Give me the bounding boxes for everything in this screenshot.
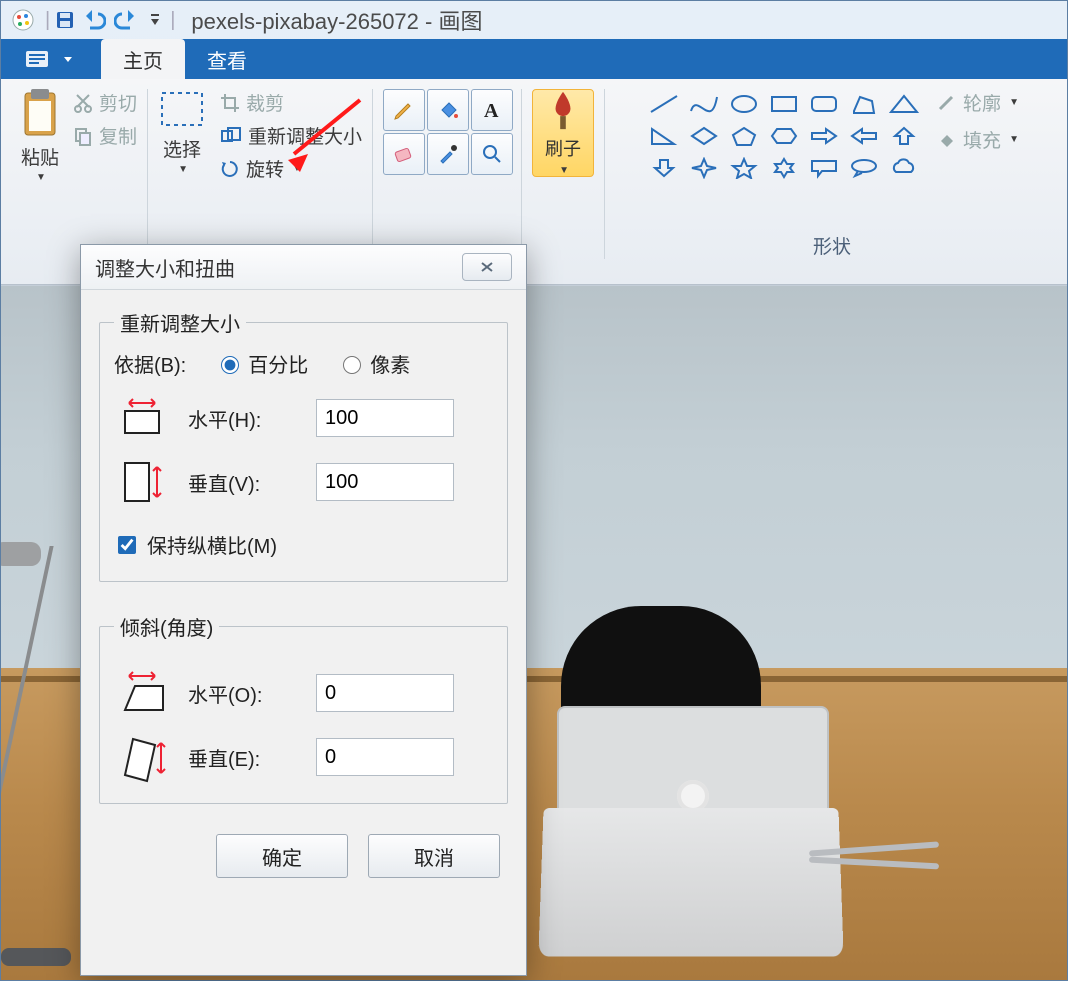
resize-fieldset: 重新调整大小 依据(B): 百分比 像素 水平(H): 垂直(V): 保持纵横比… (99, 308, 508, 582)
aspect-ratio-label: 保持纵横比(M) (147, 530, 277, 559)
save-button[interactable] (54, 9, 76, 31)
shape-arrow-up-icon[interactable] (888, 125, 920, 147)
resize-vertical-icon (114, 458, 170, 506)
resize-h-input[interactable] (316, 399, 454, 437)
resize-v-input[interactable] (316, 463, 454, 501)
shape-line-icon[interactable] (648, 93, 680, 115)
shape-right-triangle-icon[interactable] (648, 125, 680, 147)
shape-triangle-icon[interactable] (888, 93, 920, 115)
resize-skew-dialog: 调整大小和扭曲 重新调整大小 依据(B): 百分比 像素 水平(H): 垂直(V… (80, 244, 527, 976)
group-clipboard: 粘贴▼ 剪切 复制 (9, 89, 148, 259)
shape-arrow-left-icon[interactable] (848, 125, 880, 147)
group-label: 形状 (813, 228, 851, 259)
ok-button[interactable]: 确定 (216, 834, 348, 878)
skew-h-input[interactable] (316, 674, 454, 712)
dialog-close-button[interactable] (462, 253, 512, 281)
group-brushes: 刷子 ▼ (522, 89, 605, 259)
tab-home[interactable]: 主页 (101, 39, 185, 79)
group-image: 选择▼ 裁剪 重新调整大小 旋转▼ (148, 89, 373, 259)
resize-button[interactable]: 重新调整大小 (220, 122, 362, 149)
fill-tool[interactable] (427, 89, 469, 131)
rotate-button[interactable]: 旋转▼ (220, 155, 302, 182)
shape-cloud-icon[interactable] (888, 157, 920, 179)
skew-legend: 倾斜(角度) (114, 612, 219, 641)
cut-button[interactable]: 剪切 (73, 89, 137, 116)
magnifier-tool[interactable] (471, 133, 513, 175)
shape-outline-button[interactable]: 轮廓▼ (937, 89, 1019, 116)
separator: | (45, 9, 50, 32)
skew-vertical-icon (114, 733, 170, 781)
file-menu-button[interactable] (1, 39, 101, 79)
shape-arrow-down-icon[interactable] (648, 157, 680, 179)
group-tools: A (373, 89, 522, 259)
paste-button[interactable]: 粘贴▼ (19, 89, 61, 183)
radio-percent[interactable]: 百分比 (216, 349, 308, 378)
text-tool[interactable]: A (471, 89, 513, 131)
resize-v-label: 垂直(V): (188, 468, 298, 497)
skew-h-label: 水平(O): (188, 679, 298, 708)
shape-curve-icon[interactable] (688, 93, 720, 115)
undo-button[interactable] (84, 9, 106, 31)
skew-v-input[interactable] (316, 738, 454, 776)
app-icon (11, 8, 35, 32)
shape-arrow-right-icon[interactable] (808, 125, 840, 147)
separator: | (170, 9, 175, 32)
qat-customize-button[interactable] (144, 9, 166, 31)
quick-access-toolbar (54, 9, 166, 31)
shape-fill-button[interactable]: 填充▼ (937, 126, 1019, 153)
crop-button[interactable]: 裁剪 (220, 89, 284, 116)
brushes-button[interactable]: 刷子 ▼ (532, 89, 594, 177)
ribbon-tabstrip: 主页 查看 (1, 39, 1067, 79)
shape-oval-icon[interactable] (728, 93, 760, 115)
resize-legend: 重新调整大小 (114, 308, 246, 337)
resize-h-label: 水平(H): (188, 404, 298, 433)
group-shapes: 轮廓▼ 填充▼ 形状 (605, 89, 1059, 259)
by-label: 依据(B): (114, 349, 186, 378)
eraser-tool[interactable] (383, 133, 425, 175)
shape-pentagon-icon[interactable] (728, 125, 760, 147)
shape-star4-icon[interactable] (688, 157, 720, 179)
titlebar: | | pexels-pixabay-265072 - 画图 (1, 1, 1067, 39)
radio-pixels[interactable]: 像素 (338, 349, 410, 378)
picker-tool[interactable] (427, 133, 469, 175)
dialog-title: 调整大小和扭曲 (95, 253, 235, 282)
select-button[interactable]: 选择▼ (158, 89, 206, 175)
shape-star6-icon[interactable] (768, 157, 800, 179)
redo-button[interactable] (114, 9, 136, 31)
skew-v-label: 垂直(E): (188, 743, 298, 772)
shape-callout-rect-icon[interactable] (808, 157, 840, 179)
shapes-gallery[interactable] (645, 89, 923, 183)
aspect-ratio-checkbox[interactable] (118, 536, 136, 554)
shape-star5-icon[interactable] (728, 157, 760, 179)
shape-callout-oval-icon[interactable] (848, 157, 880, 179)
window-title: pexels-pixabay-265072 - 画图 (191, 4, 482, 36)
svg-text:A: A (484, 100, 499, 122)
shape-roundrect-icon[interactable] (808, 93, 840, 115)
shape-diamond-icon[interactable] (688, 125, 720, 147)
copy-button[interactable]: 复制 (73, 122, 137, 149)
dialog-titlebar[interactable]: 调整大小和扭曲 (81, 245, 526, 290)
skew-horizontal-icon (114, 669, 170, 717)
shape-hexagon-icon[interactable] (768, 125, 800, 147)
cancel-button[interactable]: 取消 (368, 834, 500, 878)
shape-rect-icon[interactable] (768, 93, 800, 115)
tab-view[interactable]: 查看 (185, 39, 269, 79)
resize-horizontal-icon (114, 394, 170, 442)
skew-fieldset: 倾斜(角度) 水平(O): 垂直(E): (99, 612, 508, 804)
pencil-tool[interactable] (383, 89, 425, 131)
shape-polygon-icon[interactable] (848, 93, 880, 115)
